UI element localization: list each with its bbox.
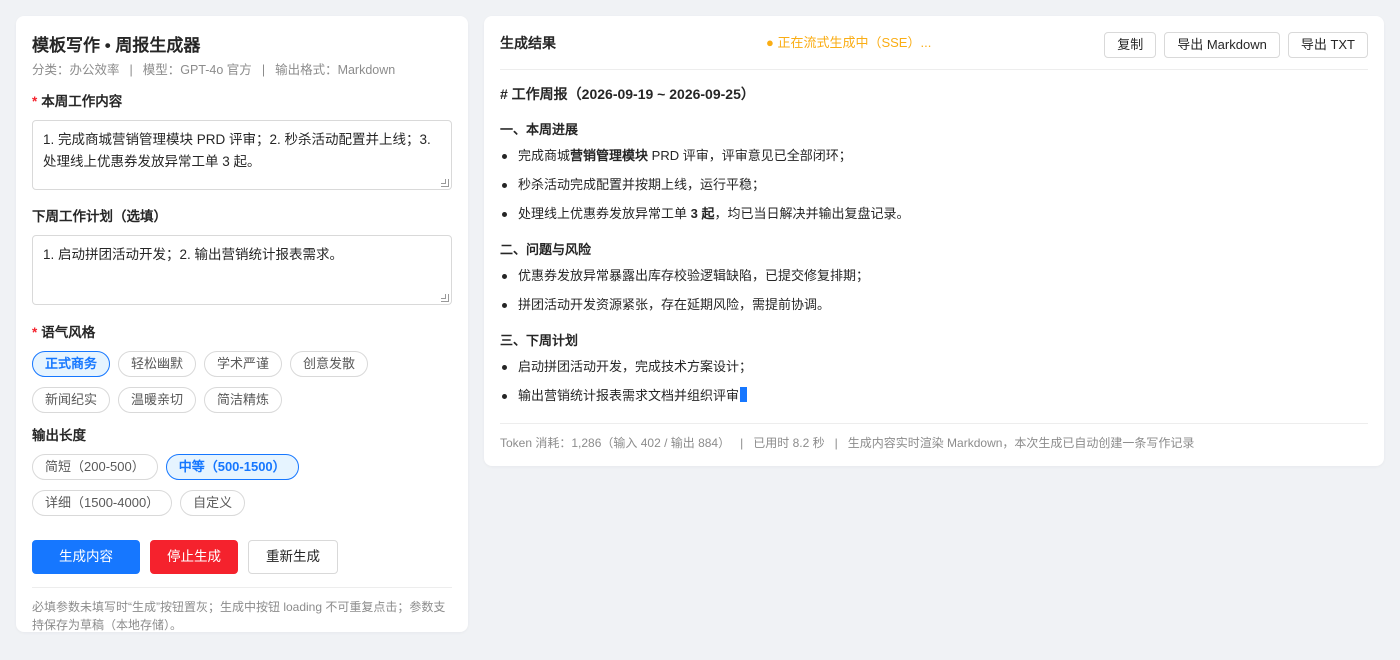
tone-option[interactable]: 简洁精炼 [204,387,283,413]
next-plan-textarea[interactable]: 1. 启动拼团活动开发；2. 输出营销统计报表需求。 [32,235,452,305]
list-item: 启动拼团活动开发，完成技术方案设计； [500,357,1368,377]
tool-meta: 分类：办公效率 | 模型：GPT-4o 官方 | 输出格式：Markdown [32,61,452,79]
template-form-panel: 模板写作 • 周报生成器 分类：办公效率 | 模型：GPT-4o 官方 | 输出格式：M… [16,16,468,632]
list-item: 优惠券发放异常暴露出库存校验逻辑缺陷，已提交修复排期； [500,266,1368,286]
markdown-output: # 工作周报（2026-09-19 ~ 2026-09-25） 一、本周进展完成… [500,70,1368,406]
tone-option[interactable]: 正式商务 [32,351,111,377]
weekly-content-value: 1. 完成商城营销管理模块 PRD 评审；2. 秒杀活动配置并上线；3. 处理线… [43,132,431,169]
weekly-content-label: * 本周工作内容 [32,92,452,112]
list-item: 拼团活动开发资源紧张，存在延期风险，需提前协调。 [500,295,1368,315]
tone-option[interactable]: 轻松幽默 [118,351,197,377]
elapsed-time: 已用时 8.2 秒 [753,436,825,450]
length-option[interactable]: 简短（200-500） [32,454,158,480]
list-item: 输出营销统计报表需求文档并组织评审 [500,386,1368,406]
weekly-content-label-text: 本周工作内容 [41,94,123,109]
section-heading: 二、问题与风险 [500,242,592,257]
stop-button[interactable]: 停止生成 [150,540,238,574]
streaming-status: ● 正在流式生成中（SSE）... [766,35,932,50]
section-heading: 三、下周计划 [500,333,579,348]
divider [32,587,452,588]
tone-option[interactable]: 温暖亲切 [118,387,197,413]
required-mark: * [32,94,38,109]
footer-separator: | [740,436,744,450]
length-options: 简短（200-500） 中等（500-1500） 详细（1500-4000） 自… [32,454,332,516]
emphasis-text: 3 起 [690,206,715,221]
section-heading: 一、本周进展 [500,122,579,137]
list-item-text: PRD 评审，评审意见已全部闭环； [648,148,852,163]
export-txt-button[interactable]: 导出 TXT [1287,32,1368,58]
length-option[interactable]: 详细（1500-4000） [32,490,173,516]
length-label: 输出长度 [32,428,86,443]
streaming-cursor [740,387,748,402]
length-option[interactable]: 中等（500-1500） [165,454,299,480]
list-item: 秒杀活动完成配置并按期上线，运行平稳； [500,175,1368,195]
list-item-text: 启动拼团活动开发，完成技术方案设计； [518,359,753,374]
copy-button[interactable]: 复制 [1104,32,1157,58]
tone-option[interactable]: 学术严谨 [204,351,283,377]
list-item-text: 优惠券发放异常暴露出库存校验逻辑缺陷，已提交修复排期； [518,268,870,283]
resize-grip-icon[interactable] [441,294,449,302]
next-plan-label: 下周工作计划（选填） [32,209,167,224]
resize-grip-icon[interactable] [441,179,449,187]
tool-title: 模板写作 • 周报生成器 [32,36,201,55]
meta-format: 输出格式：Markdown [275,63,396,77]
length-option[interactable]: 自定义 [180,490,246,516]
list-item-text: ，均已当日解决并输出复盘记录。 [714,206,910,221]
action-buttons: 生成内容 停止生成 重新生成 [32,540,452,574]
meta-category: 分类：办公效率 [32,63,120,77]
section-list: 完成商城营销管理模块 PRD 评审，评审意见已全部闭环； 秒杀活动完成配置并按期上… [500,146,1368,224]
result-actions: 复制 导出 Markdown 导出 TXT [1104,32,1368,58]
token-usage: Token 消耗：1,286（输入 402 / 输出 884） [500,436,731,450]
report-sections: 一、本周进展完成商城营销管理模块 PRD 评审，评审意见已全部闭环； 秒杀活动完成… [500,120,1368,406]
tone-label: * 语气风格 [32,323,452,343]
list-item: 处理线上优惠券发放异常工单 3 起，均已当日解决并输出复盘记录。 [500,204,1368,224]
result-title: 生成结果 [500,34,556,51]
meta-model: 模型：GPT-4o 官方 [142,63,252,77]
result-panel: 生成结果 ● 正在流式生成中（SSE）... 复制 导出 Markdown 导出… [484,16,1384,466]
emphasis-text: 营销管理模块 [570,148,649,163]
render-note: 生成内容实时渲染 Markdown，本次生成已自动创建一条写作记录 [847,436,1195,450]
list-item-text: 秒杀活动完成配置并按期上线，运行平稳； [518,177,766,192]
generate-button[interactable]: 生成内容 [32,540,140,574]
section-list: 启动拼团活动开发，完成技术方案设计； 输出营销统计报表需求文档并组织评审 [500,357,1368,406]
regenerate-button[interactable]: 重新生成 [248,540,338,574]
footer-separator: | [834,436,838,450]
meta-separator: | [129,63,133,77]
list-item-text: 拼团活动开发资源紧张，存在延期风险，需提前协调。 [518,297,831,312]
list-item-text: 完成商城 [518,148,571,163]
result-header: 生成结果 ● 正在流式生成中（SSE）... 复制 导出 Markdown 导出… [500,16,1368,70]
weekly-content-textarea[interactable]: 1. 完成商城营销管理模块 PRD 评审；2. 秒杀活动配置并上线；3. 处理线… [32,120,452,190]
list-item-text: 处理线上优惠券发放异常工单 [518,206,691,221]
result-footer: Token 消耗：1,286（输入 402 / 输出 884） | 已用时 8.2 … [500,423,1368,452]
list-item-text: 输出营销统计报表需求文档并组织评审 [518,388,740,403]
report-heading: # 工作周报（2026-09-19 ~ 2026-09-25） [500,86,755,102]
form-hint: 必填参数未填写时“生成”按钮置灰；生成中按钮 loading 不可重复点击；参数… [32,600,446,632]
list-item: 完成商城营销管理模块 PRD 评审，评审意见已全部闭环； [500,146,1368,166]
tone-options: 正式商务 轻松幽默 学术严谨 创意发散 新闻纪实 温暖亲切 简洁精炼 [32,351,412,413]
export-markdown-button[interactable]: 导出 Markdown [1164,32,1280,58]
section-list: 优惠券发放异常暴露出库存校验逻辑缺陷，已提交修复排期； 拼团活动开发资源紧张，存在… [500,266,1368,315]
next-plan-value: 1. 启动拼团活动开发；2. 输出营销统计报表需求。 [43,247,344,262]
tone-option[interactable]: 新闻纪实 [32,387,111,413]
tone-label-text: 语气风格 [41,325,96,340]
meta-separator: | [261,63,266,77]
required-mark: * [32,325,38,340]
tone-option[interactable]: 创意发散 [290,351,369,377]
